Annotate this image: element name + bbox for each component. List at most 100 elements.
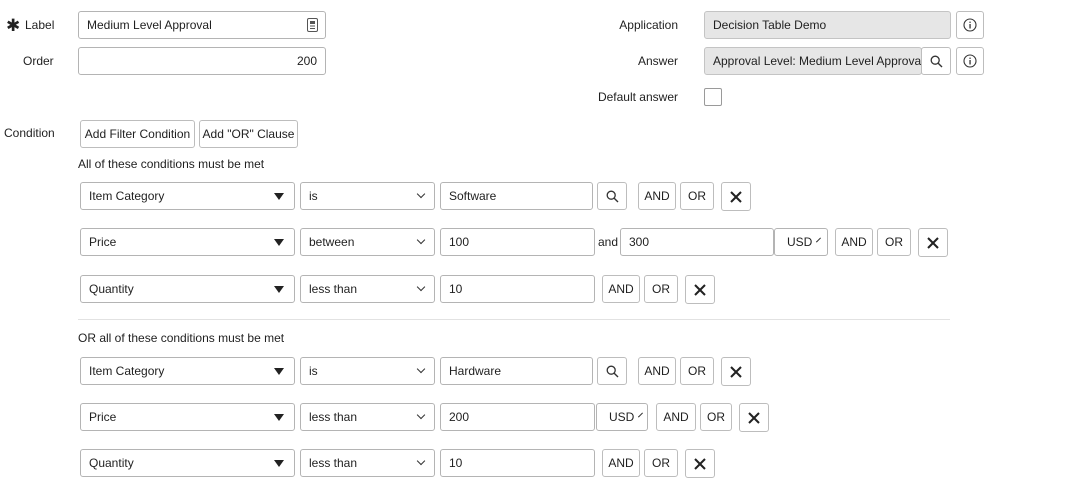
default-answer-label: Default answer <box>597 90 678 104</box>
default-answer-checkbox[interactable] <box>704 88 722 106</box>
field-select-value: Price <box>89 410 117 424</box>
or-button[interactable]: OR <box>877 228 911 256</box>
value-input[interactable]: 10 <box>440 275 595 303</box>
and-button[interactable]: AND <box>602 449 640 477</box>
field-select[interactable]: Price <box>80 228 295 256</box>
info-icon <box>963 54 977 68</box>
close-icon <box>927 236 939 249</box>
group-divider <box>78 319 950 320</box>
chevron-down-icon <box>416 410 426 420</box>
order-input-value: 200 <box>296 54 317 68</box>
operator-select-value: less than <box>309 282 358 296</box>
add-filter-condition-button[interactable]: Add Filter Condition <box>80 120 195 148</box>
value2-input-value: 300 <box>629 235 650 249</box>
operator-select-value: less than <box>309 456 358 470</box>
operator-select-value: is <box>309 364 318 378</box>
group-heading: OR all of these conditions must be met <box>78 331 285 345</box>
field-select[interactable]: Item Category <box>80 357 295 385</box>
language-icon[interactable] <box>307 18 318 32</box>
value-input[interactable]: Hardware <box>440 357 593 385</box>
value2-input[interactable]: 300 <box>620 228 774 256</box>
value-input-value: 200 <box>449 410 470 424</box>
operator-select[interactable]: is <box>300 182 435 210</box>
order-input[interactable]: 200 <box>78 47 326 75</box>
operator-select-value: between <box>309 235 355 249</box>
caret-down-icon <box>274 239 284 246</box>
answer-input: Approval Level: Medium Level Approval <box>704 47 922 75</box>
operator-select[interactable]: is <box>300 357 435 385</box>
add-or-clause-button[interactable]: Add "OR" Clause <box>199 120 298 148</box>
application-info-button[interactable] <box>956 11 984 39</box>
order-field-label: Order <box>23 54 54 68</box>
remove-condition-button[interactable] <box>721 182 751 211</box>
field-select-value: Price <box>89 235 117 249</box>
chevron-down-icon <box>416 456 426 466</box>
remove-condition-button[interactable] <box>918 228 948 257</box>
or-button[interactable]: OR <box>680 182 714 210</box>
label-input-value: Medium Level Approval <box>87 18 212 32</box>
value-input-value: Software <box>449 189 497 203</box>
field-select[interactable]: Quantity <box>80 275 295 303</box>
remove-condition-button[interactable] <box>685 449 715 478</box>
caret-down-icon <box>274 368 284 375</box>
application-input: Decision Table Demo <box>704 11 951 39</box>
or-button[interactable]: OR <box>700 403 732 431</box>
field-select[interactable]: Price <box>80 403 295 431</box>
answer-lookup-button[interactable] <box>921 47 951 75</box>
currency-select-value: USD <box>609 410 635 424</box>
search-icon <box>930 55 943 68</box>
value-lookup-button[interactable] <box>597 357 627 385</box>
field-select-value: Item Category <box>89 364 165 378</box>
group-heading: All of these conditions must be met <box>78 157 265 171</box>
currency-select[interactable]: USD <box>596 403 648 431</box>
and-button[interactable]: AND <box>638 357 676 385</box>
and-button[interactable]: AND <box>656 403 696 431</box>
and-button[interactable]: AND <box>602 275 640 303</box>
value-lookup-button[interactable] <box>597 182 627 210</box>
or-button[interactable]: OR <box>644 449 678 477</box>
remove-condition-button[interactable] <box>721 357 751 386</box>
value-input[interactable]: 200 <box>440 403 595 431</box>
value-input-value: 10 <box>449 456 463 470</box>
application-field-label: Application <box>619 18 678 32</box>
application-input-value: Decision Table Demo <box>713 18 827 32</box>
field-select[interactable]: Quantity <box>80 449 295 477</box>
value-input-value: 100 <box>449 235 470 249</box>
chevron-down-icon <box>816 237 822 243</box>
required-icon: ✱ <box>6 16 21 35</box>
close-icon <box>730 365 742 378</box>
operator-select[interactable]: less than <box>300 403 435 431</box>
operator-select[interactable]: between <box>300 228 435 256</box>
caret-down-icon <box>274 460 284 467</box>
or-button[interactable]: OR <box>644 275 678 303</box>
currency-select-value: USD <box>787 235 813 249</box>
and-button[interactable]: AND <box>835 228 873 256</box>
chevron-down-icon <box>416 364 426 374</box>
field-select[interactable]: Item Category <box>80 182 295 210</box>
operator-select[interactable]: less than <box>300 275 435 303</box>
caret-down-icon <box>274 414 284 421</box>
operator-select[interactable]: less than <box>300 449 435 477</box>
remove-condition-button[interactable] <box>739 403 769 432</box>
caret-down-icon <box>274 193 284 200</box>
close-icon <box>694 457 706 470</box>
label-input[interactable]: Medium Level Approval <box>78 11 326 39</box>
chevron-down-icon <box>416 189 426 199</box>
info-icon <box>963 18 977 32</box>
answer-info-button[interactable] <box>956 47 984 75</box>
operator-select-value: less than <box>309 410 358 424</box>
caret-down-icon <box>274 286 284 293</box>
remove-condition-button[interactable] <box>685 275 715 304</box>
currency-select[interactable]: USD <box>774 228 828 256</box>
value-input[interactable]: 100 <box>440 228 595 256</box>
and-button[interactable]: AND <box>638 182 676 210</box>
chevron-down-icon <box>416 235 426 245</box>
condition-label: Condition <box>4 126 55 140</box>
field-select-value: Quantity <box>89 282 134 296</box>
value-input[interactable]: Software <box>440 182 593 210</box>
value-input[interactable]: 10 <box>440 449 595 477</box>
search-icon <box>606 190 619 203</box>
search-icon <box>606 365 619 378</box>
or-button[interactable]: OR <box>680 357 714 385</box>
chevron-down-icon <box>416 282 426 292</box>
